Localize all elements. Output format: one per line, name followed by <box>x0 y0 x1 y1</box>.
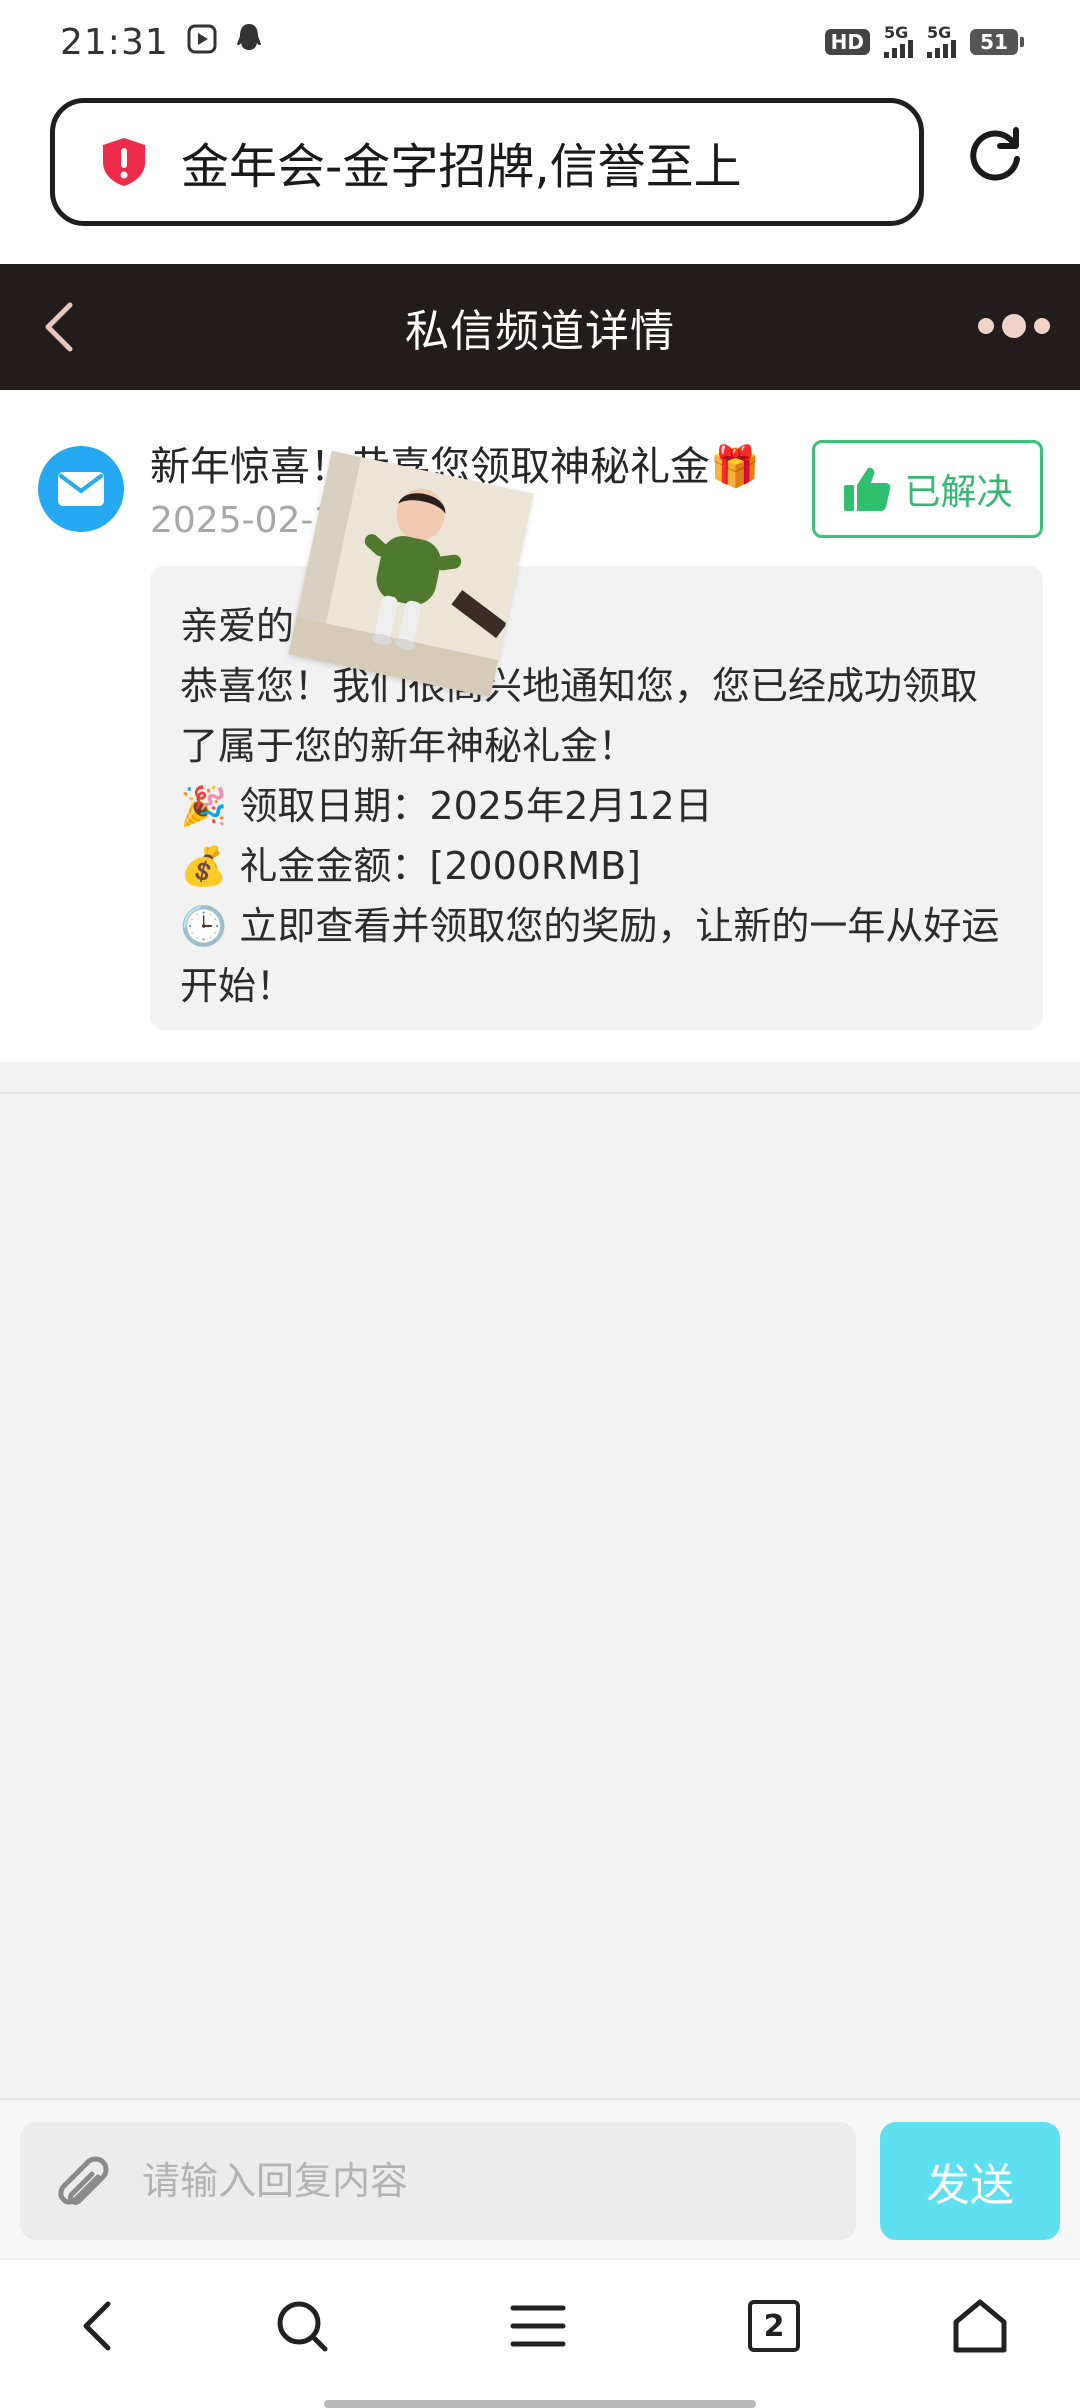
signal-2-icon: 5G <box>927 25 956 58</box>
nav-tabs-button[interactable]: 2 <box>734 2286 814 2366</box>
reply-input[interactable] <box>142 2159 822 2203</box>
nav-search-button[interactable] <box>262 2286 342 2366</box>
send-button[interactable]: 发送 <box>880 2122 1060 2240</box>
reply-bar: 发送 <box>0 2098 1080 2258</box>
hd-badge: HD <box>824 29 870 55</box>
status-time: 21:31 <box>60 21 169 63</box>
chevron-left-icon <box>83 2301 111 2351</box>
gesture-bar <box>324 2400 756 2408</box>
paperclip-icon[interactable] <box>50 2149 114 2213</box>
page-header: 私信频道详情 <box>0 264 1080 390</box>
divider <box>0 1092 1080 1094</box>
status-bar: 21:31 HD 5G 5G 51 <box>0 0 1080 84</box>
play-store-icon <box>187 22 217 63</box>
reload-icon[interactable] <box>966 126 1024 184</box>
tab-count: 2 <box>763 2308 785 2344</box>
battery-icon: 51 <box>970 29 1024 55</box>
browser-nav-bar: 2 <box>0 2258 1080 2408</box>
sticker-image <box>288 450 534 698</box>
nav-back-button[interactable] <box>58 2286 138 2366</box>
tabs-icon: 2 <box>748 2300 800 2352</box>
chevron-left-icon[interactable] <box>40 297 76 357</box>
shield-alert-icon[interactable] <box>99 136 149 188</box>
message-line: 🎉 领取日期：2025年2月12日 <box>180 784 713 828</box>
mail-icon <box>38 446 124 532</box>
message-body: 亲爱的 恭喜您！我们很高兴地通知您，您已经成功领取了属于您的新年神秘礼金！ 🎉 … <box>150 566 1043 1030</box>
message-line: 💰 礼金金额：[2000RMB] <box>180 844 642 888</box>
address-bar[interactable]: 金年会-金字招牌,信誉至上 <box>50 98 924 226</box>
menu-icon <box>510 2305 566 2347</box>
message-card: 新年惊喜！恭喜您领取神秘礼金🎁 2025-02-1 已解决 亲爱的 恭喜您！我们… <box>0 390 1080 1062</box>
browser-toolbar: 金年会-金字招牌,信誉至上 <box>0 84 1080 264</box>
battery-level: 51 <box>970 29 1018 55</box>
thumbs-up-icon <box>844 467 891 511</box>
signal-1-icon: 5G <box>884 25 913 58</box>
nav-menu-button[interactable] <box>498 2286 578 2366</box>
message-line: 🕒 立即查看并领取您的奖励，让新的一年从好运开始！ <box>180 904 1000 1008</box>
message-line: 恭喜您！我们很高兴地通知您，您已经成功领取了属于您的新年神秘礼金！ <box>180 664 979 768</box>
more-dots-icon[interactable] <box>978 314 1050 338</box>
qq-icon <box>235 22 263 63</box>
reply-input-box[interactable] <box>20 2122 856 2240</box>
resolved-label: 已解决 <box>904 472 1013 513</box>
home-icon <box>953 2299 1007 2353</box>
resolved-button[interactable]: 已解决 <box>812 440 1043 538</box>
page-title-in-address-bar: 金年会-金字招牌,信誉至上 <box>181 139 742 195</box>
search-icon <box>277 2301 328 2352</box>
nav-home-button[interactable] <box>940 2286 1020 2366</box>
page-title: 私信频道详情 <box>405 306 675 357</box>
message-date: 2025-02-1 <box>150 500 337 541</box>
